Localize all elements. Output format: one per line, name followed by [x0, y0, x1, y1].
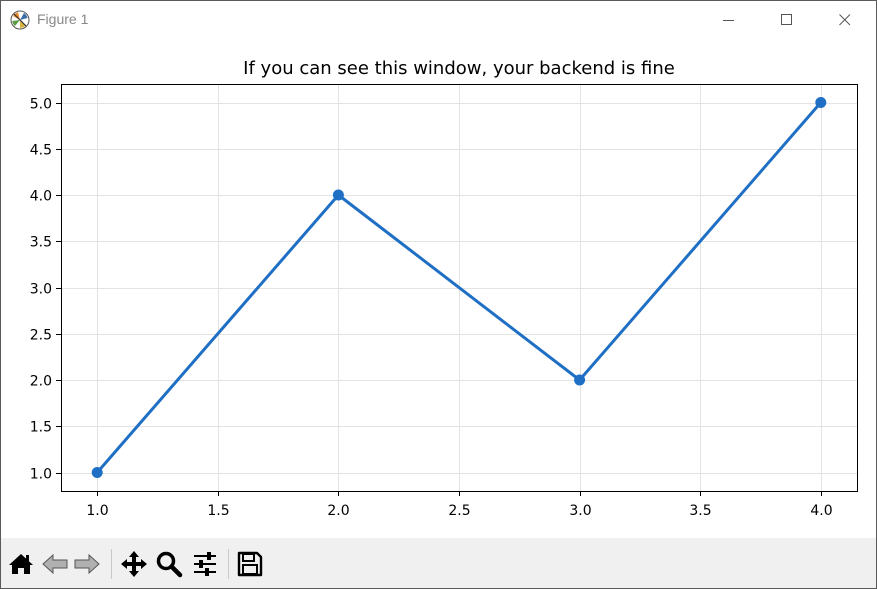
tick-layer: 1.0 1.5 2.0 2.5 3.0 3.5 4.0 1.0 1.5 2.0 2.5 3.0 3.5 4… [30, 97, 833, 520]
data-point [574, 374, 586, 386]
forward-icon [74, 553, 100, 575]
y-tick-label: 5.0 [30, 97, 52, 113]
pan-button[interactable] [119, 549, 149, 579]
zoom-button[interactable] [154, 549, 184, 579]
x-tick-label: 2.5 [448, 503, 470, 519]
navigation-toolbar [1, 538, 876, 588]
x-tick-label: 1.0 [86, 503, 108, 519]
data-point [91, 467, 103, 478]
close-icon [839, 13, 851, 25]
y-tick-label: 2.0 [30, 374, 52, 390]
back-icon [42, 553, 68, 575]
data-point [815, 97, 827, 108]
x-tick-label: 2.0 [327, 503, 349, 519]
x-tick-label: 4.0 [810, 503, 832, 519]
x-tick-label: 3.5 [689, 503, 711, 519]
data-point [332, 189, 344, 201]
y-tick-label: 4.0 [30, 189, 52, 205]
home-button[interactable] [6, 549, 36, 579]
matplotlib-logo-icon [10, 10, 30, 30]
y-tick-label: 2.5 [30, 328, 52, 344]
figure-canvas[interactable]: If you can see this window, your backend… [1, 38, 876, 538]
minimize-button[interactable] [700, 1, 758, 38]
y-tick-label: 3.5 [30, 235, 52, 251]
maximize-button[interactable] [758, 1, 816, 38]
configure-subplots-icon [194, 552, 216, 576]
home-icon [9, 554, 33, 574]
x-tick-label: 3.0 [569, 503, 591, 519]
line-chart: If you can see this window, your backend… [30, 58, 858, 520]
y-tick-label: 3.0 [30, 282, 52, 298]
y-tick-label: 1.5 [30, 420, 52, 436]
x-tick-label: 1.5 [207, 503, 229, 519]
maximize-icon [781, 13, 792, 25]
figure-window: Figure 1 If you can see this window, you… [0, 0, 877, 589]
chart-title: If you can see this window, your backend… [243, 58, 675, 79]
back-button[interactable] [40, 549, 70, 579]
pan-icon [121, 551, 147, 577]
toolbar-separator [228, 549, 229, 579]
forward-button[interactable] [72, 549, 102, 579]
window-title: Figure 1 [37, 11, 89, 27]
zoom-icon [156, 551, 183, 578]
close-button[interactable] [816, 1, 874, 38]
y-tick-label: 1.0 [30, 467, 52, 483]
configure-subplots-button[interactable] [190, 549, 220, 579]
y-tick-label: 4.5 [30, 143, 52, 159]
minimize-icon [723, 19, 734, 21]
save-button[interactable] [235, 549, 265, 579]
save-icon [237, 551, 263, 577]
toolbar-separator [111, 549, 112, 579]
title-bar[interactable]: Figure 1 [1, 1, 876, 38]
